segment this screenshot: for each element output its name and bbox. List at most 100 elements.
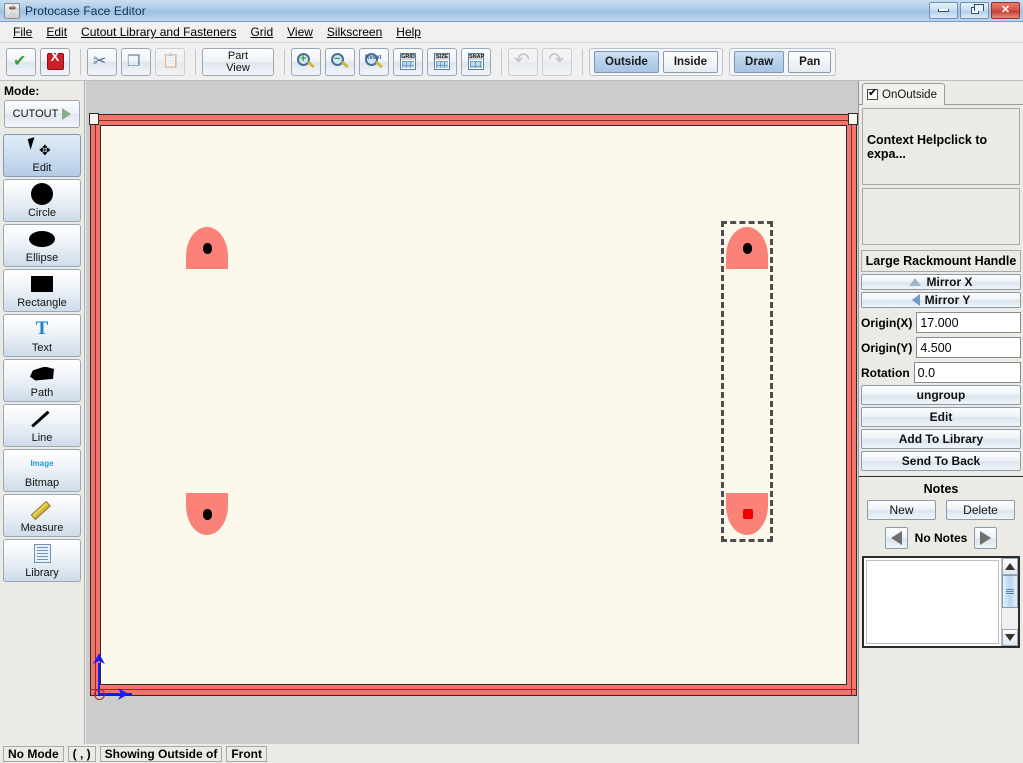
sidebar-item-line[interactable]: Line [3, 404, 81, 447]
triangle-left-icon [911, 294, 920, 306]
status-bar: No Mode ( , ) Showing Outside of Front [0, 745, 1023, 763]
scrollbar-track[interactable] [1002, 608, 1018, 629]
minimize-button[interactable] [929, 2, 958, 19]
tab-label: OnOutside [882, 88, 937, 101]
menu-item-file[interactable]: File [6, 23, 39, 41]
triangle-up-icon [909, 278, 922, 286]
cut-button[interactable] [87, 47, 117, 76]
menu-label: Grid [250, 25, 274, 39]
mirror-x-button[interactable]: Mirror X [861, 274, 1021, 290]
cancel-button[interactable] [40, 47, 70, 76]
inside-button[interactable]: Inside [662, 50, 719, 73]
menu-item-silkscreen[interactable]: Silkscreen [320, 23, 389, 41]
edit-object-button[interactable]: Edit [861, 407, 1021, 427]
zoom-out-button[interactable]: − [325, 47, 355, 76]
title-bar: Protocase Face Editor ✕ [0, 0, 1023, 22]
onoutside-checkbox[interactable] [867, 87, 878, 100]
window-title: Protocase Face Editor [25, 3, 146, 18]
next-note-button[interactable] [974, 527, 998, 549]
mirror-y-button[interactable]: Mirror Y [861, 292, 1021, 308]
notes-text-area[interactable] [862, 556, 1020, 648]
ruler-icon [4, 495, 80, 522]
corner-notch-top-left [89, 113, 99, 125]
grid-button[interactable]: GRID [393, 47, 423, 76]
circle-icon [4, 180, 80, 207]
tool-label: Measure [20, 522, 64, 534]
notes-buttons: New Delete [859, 500, 1023, 520]
sidebar-item-library[interactable]: Library [3, 539, 81, 582]
properties-panel: OnOutside Context Helpclick to expa... L… [858, 81, 1023, 744]
restore-button[interactable] [960, 2, 989, 19]
menu-item-edit[interactable]: Edit [39, 23, 74, 41]
sidebar-item-path[interactable]: Path [3, 359, 81, 402]
sidebar-item-rectangle[interactable]: Rectangle [3, 269, 81, 312]
selected-object-title: Large Rackmount Handle [861, 250, 1021, 272]
accept-button[interactable] [6, 47, 36, 76]
zoom-in-button[interactable]: + [291, 47, 321, 76]
toolbar-separator [195, 48, 196, 75]
close-button[interactable]: ✕ [991, 2, 1020, 19]
origin-y-label: Origin(Y) [861, 340, 913, 355]
library-list-icon [4, 540, 80, 567]
sidebar-item-bitmap[interactable]: Image Bitmap [3, 449, 81, 492]
redo-button [542, 47, 572, 76]
status-coordinates: ( , ) [67, 746, 96, 762]
scrollbar-thumb[interactable] [1002, 575, 1018, 608]
sidebar-item-circle[interactable]: Circle [3, 179, 81, 222]
tab-onoutside[interactable]: OnOutside [862, 83, 945, 105]
mode-label: Mode: [4, 84, 40, 98]
tool-label: Ellipse [25, 252, 59, 264]
menu-item-help[interactable]: Help [389, 23, 428, 41]
status-face: Front [226, 746, 267, 762]
snap-glyph: SNAP [469, 53, 485, 60]
mirror-y-label: Mirror Y [924, 293, 971, 307]
ungroup-button[interactable]: ungroup [861, 385, 1021, 405]
canvas-area[interactable] [86, 81, 858, 744]
pan-button[interactable]: Pan [788, 50, 832, 73]
delete-note-button[interactable]: Delete [946, 500, 1015, 520]
context-help-panel[interactable]: Context Helpclick to expa... [862, 108, 1020, 185]
menu-item-cutout-library-and-fasteners[interactable]: Cutout Library and Fasteners [74, 23, 243, 41]
mode-cutout-label: CUTOUT [12, 108, 59, 120]
draw-button[interactable]: Draw [734, 50, 785, 73]
part-view-line2: View [226, 61, 250, 74]
new-note-button[interactable]: New [867, 500, 936, 520]
part-view-button[interactable]: Part View [202, 47, 274, 76]
origin-x-input[interactable]: 17.000 [916, 312, 1021, 333]
sidebar-item-measure[interactable]: Measure [3, 494, 81, 537]
send-to-back-button[interactable]: Send To Back [861, 451, 1021, 471]
paste-button [155, 47, 185, 76]
notes-title: Notes [923, 482, 959, 496]
notes-scrollbar[interactable] [1001, 558, 1018, 646]
notes-input[interactable] [866, 560, 999, 644]
face-panel[interactable] [89, 113, 858, 696]
menu-item-view[interactable]: View [280, 23, 320, 41]
size-button[interactable]: SIZE [427, 47, 457, 76]
notes-navigation: No Notes [859, 520, 1023, 553]
origin-y-input[interactable]: 4.500 [916, 337, 1021, 358]
snap-button[interactable]: SNAP [461, 47, 491, 76]
scissors-icon [92, 51, 112, 72]
magnifier-reset-icon: Reset [364, 52, 384, 72]
notes-section: Notes New Delete No Notes [859, 476, 1023, 648]
sidebar-item-text[interactable]: T Text [3, 314, 81, 357]
frame-line [95, 114, 96, 696]
copy-button[interactable] [121, 47, 151, 76]
sidebar-item-edit[interactable]: ✥ Edit [3, 134, 81, 177]
rotation-input[interactable]: 0.0 [913, 362, 1021, 383]
scroll-up-button[interactable] [1002, 558, 1018, 575]
grid-icon: GRID [398, 52, 418, 72]
outside-button[interactable]: Outside [594, 50, 659, 73]
add-to-library-button[interactable]: Add To Library [861, 429, 1021, 449]
toolbar-separator [80, 48, 81, 75]
scroll-down-button[interactable] [1002, 629, 1018, 646]
menu-label: Cutout Library and Fasteners [81, 25, 237, 39]
menu-label: View [287, 25, 313, 39]
center-marker [202, 242, 212, 254]
origin-x-label: Origin(X) [861, 315, 913, 330]
menu-item-grid[interactable]: Grid [243, 23, 280, 41]
previous-note-button[interactable] [884, 527, 908, 549]
zoom-reset-button[interactable]: Reset [359, 47, 389, 76]
mode-cutout-button[interactable]: CUTOUT [4, 100, 80, 128]
sidebar-item-ellipse[interactable]: Ellipse [3, 224, 81, 267]
